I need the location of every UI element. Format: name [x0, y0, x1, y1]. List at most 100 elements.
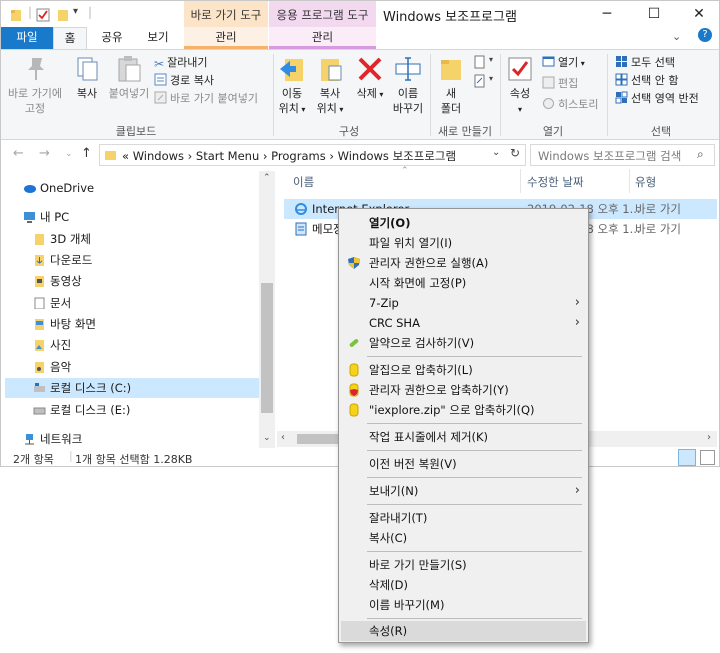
menu-item-pin-start[interactable]: 시작 화면에 고정(P): [341, 273, 586, 293]
pin-quick-access-button[interactable]: 바로 가기에 고정: [5, 54, 65, 116]
notepad-icon: [295, 222, 307, 236]
nav-item-local-disk-c[interactable]: 로컬 디스크 (C:): [5, 378, 259, 398]
paste-button[interactable]: 붙여넣기: [105, 54, 153, 101]
column-header-name[interactable]: 이름: [293, 174, 314, 194]
up-arrow-icon[interactable]: ↑: [81, 146, 92, 161]
scroll-right-icon[interactable]: ›: [707, 432, 711, 443]
menu-item-send-to[interactable]: 보내기(N) ›: [341, 481, 586, 501]
back-arrow-icon[interactable]: ←: [13, 146, 24, 161]
tab-file[interactable]: 파일: [1, 27, 53, 49]
new-item-dropdown-icon[interactable]: ▾: [489, 55, 493, 64]
nav-item-this-pc[interactable]: 내 PC: [23, 207, 69, 227]
breadcrumb[interactable]: « Windows › Start Menu › Programs › Wind…: [122, 148, 456, 164]
delete-button[interactable]: 삭제 ▾: [353, 54, 387, 102]
nav-item-local-disk-e[interactable]: 로컬 디스크 (E:): [33, 400, 130, 420]
maximize-button[interactable]: ☐: [631, 1, 677, 29]
nav-item-downloads[interactable]: 다운로드: [33, 250, 92, 270]
rename-icon: [395, 57, 421, 81]
copy-button[interactable]: 복사: [69, 54, 105, 101]
address-bar[interactable]: « Windows › Start Menu › Programs › Wind…: [99, 144, 526, 166]
new-folder-label-2: 폴더: [440, 102, 462, 115]
easy-access-dropdown-icon[interactable]: ▾: [489, 74, 493, 83]
address-dropdown-icon[interactable]: ⌄: [492, 147, 500, 158]
properties-ribbon-button[interactable]: 속성 ▾: [503, 54, 537, 117]
menu-item-delete[interactable]: 삭제(D): [341, 575, 586, 595]
tab-home[interactable]: 홈: [53, 27, 87, 50]
select-none-button[interactable]: 선택 안 함: [615, 72, 678, 90]
menu-item-properties[interactable]: 속성(R): [341, 621, 586, 641]
refresh-icon[interactable]: ↻: [510, 146, 520, 160]
history-ribbon-button[interactable]: 히스토리: [542, 96, 598, 114]
close-button[interactable]: ✕: [676, 1, 719, 29]
menu-item-7zip[interactable]: 7-Zip ›: [341, 293, 586, 313]
tab-view[interactable]: 보기: [139, 27, 177, 49]
invert-selection-button[interactable]: 선택 영역 반전: [615, 90, 699, 108]
nav-scrollbar-thumb[interactable]: [261, 283, 273, 413]
help-icon[interactable]: ?: [698, 28, 712, 42]
menu-item-alyac-scan[interactable]: 알약으로 검사하기(V): [341, 333, 586, 353]
large-icons-view-icon[interactable]: [700, 450, 715, 465]
nav-item-onedrive[interactable]: OneDrive: [23, 178, 94, 198]
nav-item-desktop[interactable]: 바탕 화면: [33, 314, 96, 334]
menu-item-restore-previous[interactable]: 이전 버전 복원(V): [341, 454, 586, 474]
menu-label: 이전 버전 복원(V): [369, 457, 457, 471]
menu-item-alzip-compress[interactable]: 알집으로 압축하기(L): [341, 360, 586, 380]
menu-item-open-file-location[interactable]: 파일 위치 열기(I): [341, 233, 586, 253]
menu-item-copy[interactable]: 복사(C): [341, 528, 586, 548]
menu-item-unpin-taskbar[interactable]: 작업 표시줄에서 제거(K): [341, 427, 586, 447]
tab-manage-shortcut[interactable]: 관리: [184, 27, 268, 49]
search-box[interactable]: Windows 보조프로그램 검색 ⌕: [530, 144, 715, 166]
nav-item-3d-objects[interactable]: 3D 개체: [33, 229, 91, 249]
menu-item-alzip-named[interactable]: "iexplore.zip" 으로 압축하기(Q): [341, 400, 586, 420]
ribbon-collapse-icon[interactable]: ⌄: [672, 30, 681, 43]
column-divider[interactable]: [629, 169, 630, 193]
scroll-up-icon[interactable]: ⌃: [263, 173, 271, 183]
forward-arrow-icon[interactable]: →: [39, 146, 50, 161]
drive-windows-icon: [34, 383, 45, 392]
menu-item-run-as-admin[interactable]: 관리자 권한으로 실행(A): [341, 253, 586, 273]
nav-item-music[interactable]: 음악: [33, 357, 71, 377]
new-item-icon[interactable]: [473, 55, 487, 69]
submenu-arrow-icon: ›: [574, 315, 580, 330]
rename-button[interactable]: 이름 바꾸기: [389, 54, 427, 116]
scroll-left-icon[interactable]: ‹: [281, 432, 285, 443]
menu-item-crc-sha[interactable]: CRC SHA ›: [341, 313, 586, 333]
history-ribbon-label: 히스토리: [558, 98, 599, 111]
scroll-down-icon[interactable]: ⌄: [263, 433, 271, 443]
new-folder-icon[interactable]: [56, 8, 70, 22]
delete-x-icon: [358, 57, 382, 81]
new-folder-button[interactable]: 새 폴더: [435, 54, 467, 116]
column-divider[interactable]: [520, 169, 521, 193]
details-view-icon[interactable]: [678, 449, 696, 466]
move-to-button[interactable]: 이동 위치 ▾: [276, 54, 308, 117]
cut-button[interactable]: ✂ 잘라내기: [154, 54, 208, 72]
recent-dropdown-icon[interactable]: ⌄: [65, 149, 73, 159]
nav-item-documents[interactable]: 문서: [33, 293, 71, 313]
copy-path-button[interactable]: 경로 복사: [154, 72, 214, 90]
menu-item-rename[interactable]: 이름 바꾸기(M): [341, 595, 586, 615]
copy-icon: [77, 57, 98, 81]
properties-check-icon[interactable]: [36, 8, 50, 22]
menu-item-create-shortcut[interactable]: 바로 가기 만들기(S): [341, 555, 586, 575]
tab-share[interactable]: 공유: [93, 27, 131, 49]
menu-item-alzip-admin[interactable]: 관리자 권한으로 압축하기(Y): [341, 380, 586, 400]
column-header-type[interactable]: 유형: [635, 174, 656, 194]
nav-item-network[interactable]: 네트워크: [23, 429, 82, 449]
column-header-modified[interactable]: 수정한 날짜: [527, 174, 584, 194]
nav-item-pictures[interactable]: 사진: [33, 335, 71, 355]
search-icon[interactable]: ⌕: [697, 147, 704, 162]
cloud-icon: [24, 185, 36, 193]
open-ribbon-button[interactable]: 열기 ▾: [542, 54, 585, 72]
minimize-button[interactable]: ─: [584, 1, 630, 29]
edit-ribbon-button[interactable]: 편집: [542, 75, 578, 93]
tab-manage-app[interactable]: 관리: [269, 27, 376, 49]
menu-item-cut[interactable]: 잘라내기(T): [341, 508, 586, 528]
paste-shortcut-button[interactable]: 바로 가기 붙여넣기: [154, 90, 258, 108]
select-all-button[interactable]: 모두 선택: [615, 54, 675, 72]
menu-item-open[interactable]: 열기(O): [341, 213, 586, 233]
nav-item-videos[interactable]: 동영상: [33, 271, 82, 291]
copy-to-button[interactable]: 복사 위치 ▾: [311, 54, 349, 117]
easy-access-icon[interactable]: [473, 74, 487, 88]
folder-icon[interactable]: [10, 8, 24, 22]
qat-dropdown-icon[interactable]: ▾: [73, 6, 78, 17]
